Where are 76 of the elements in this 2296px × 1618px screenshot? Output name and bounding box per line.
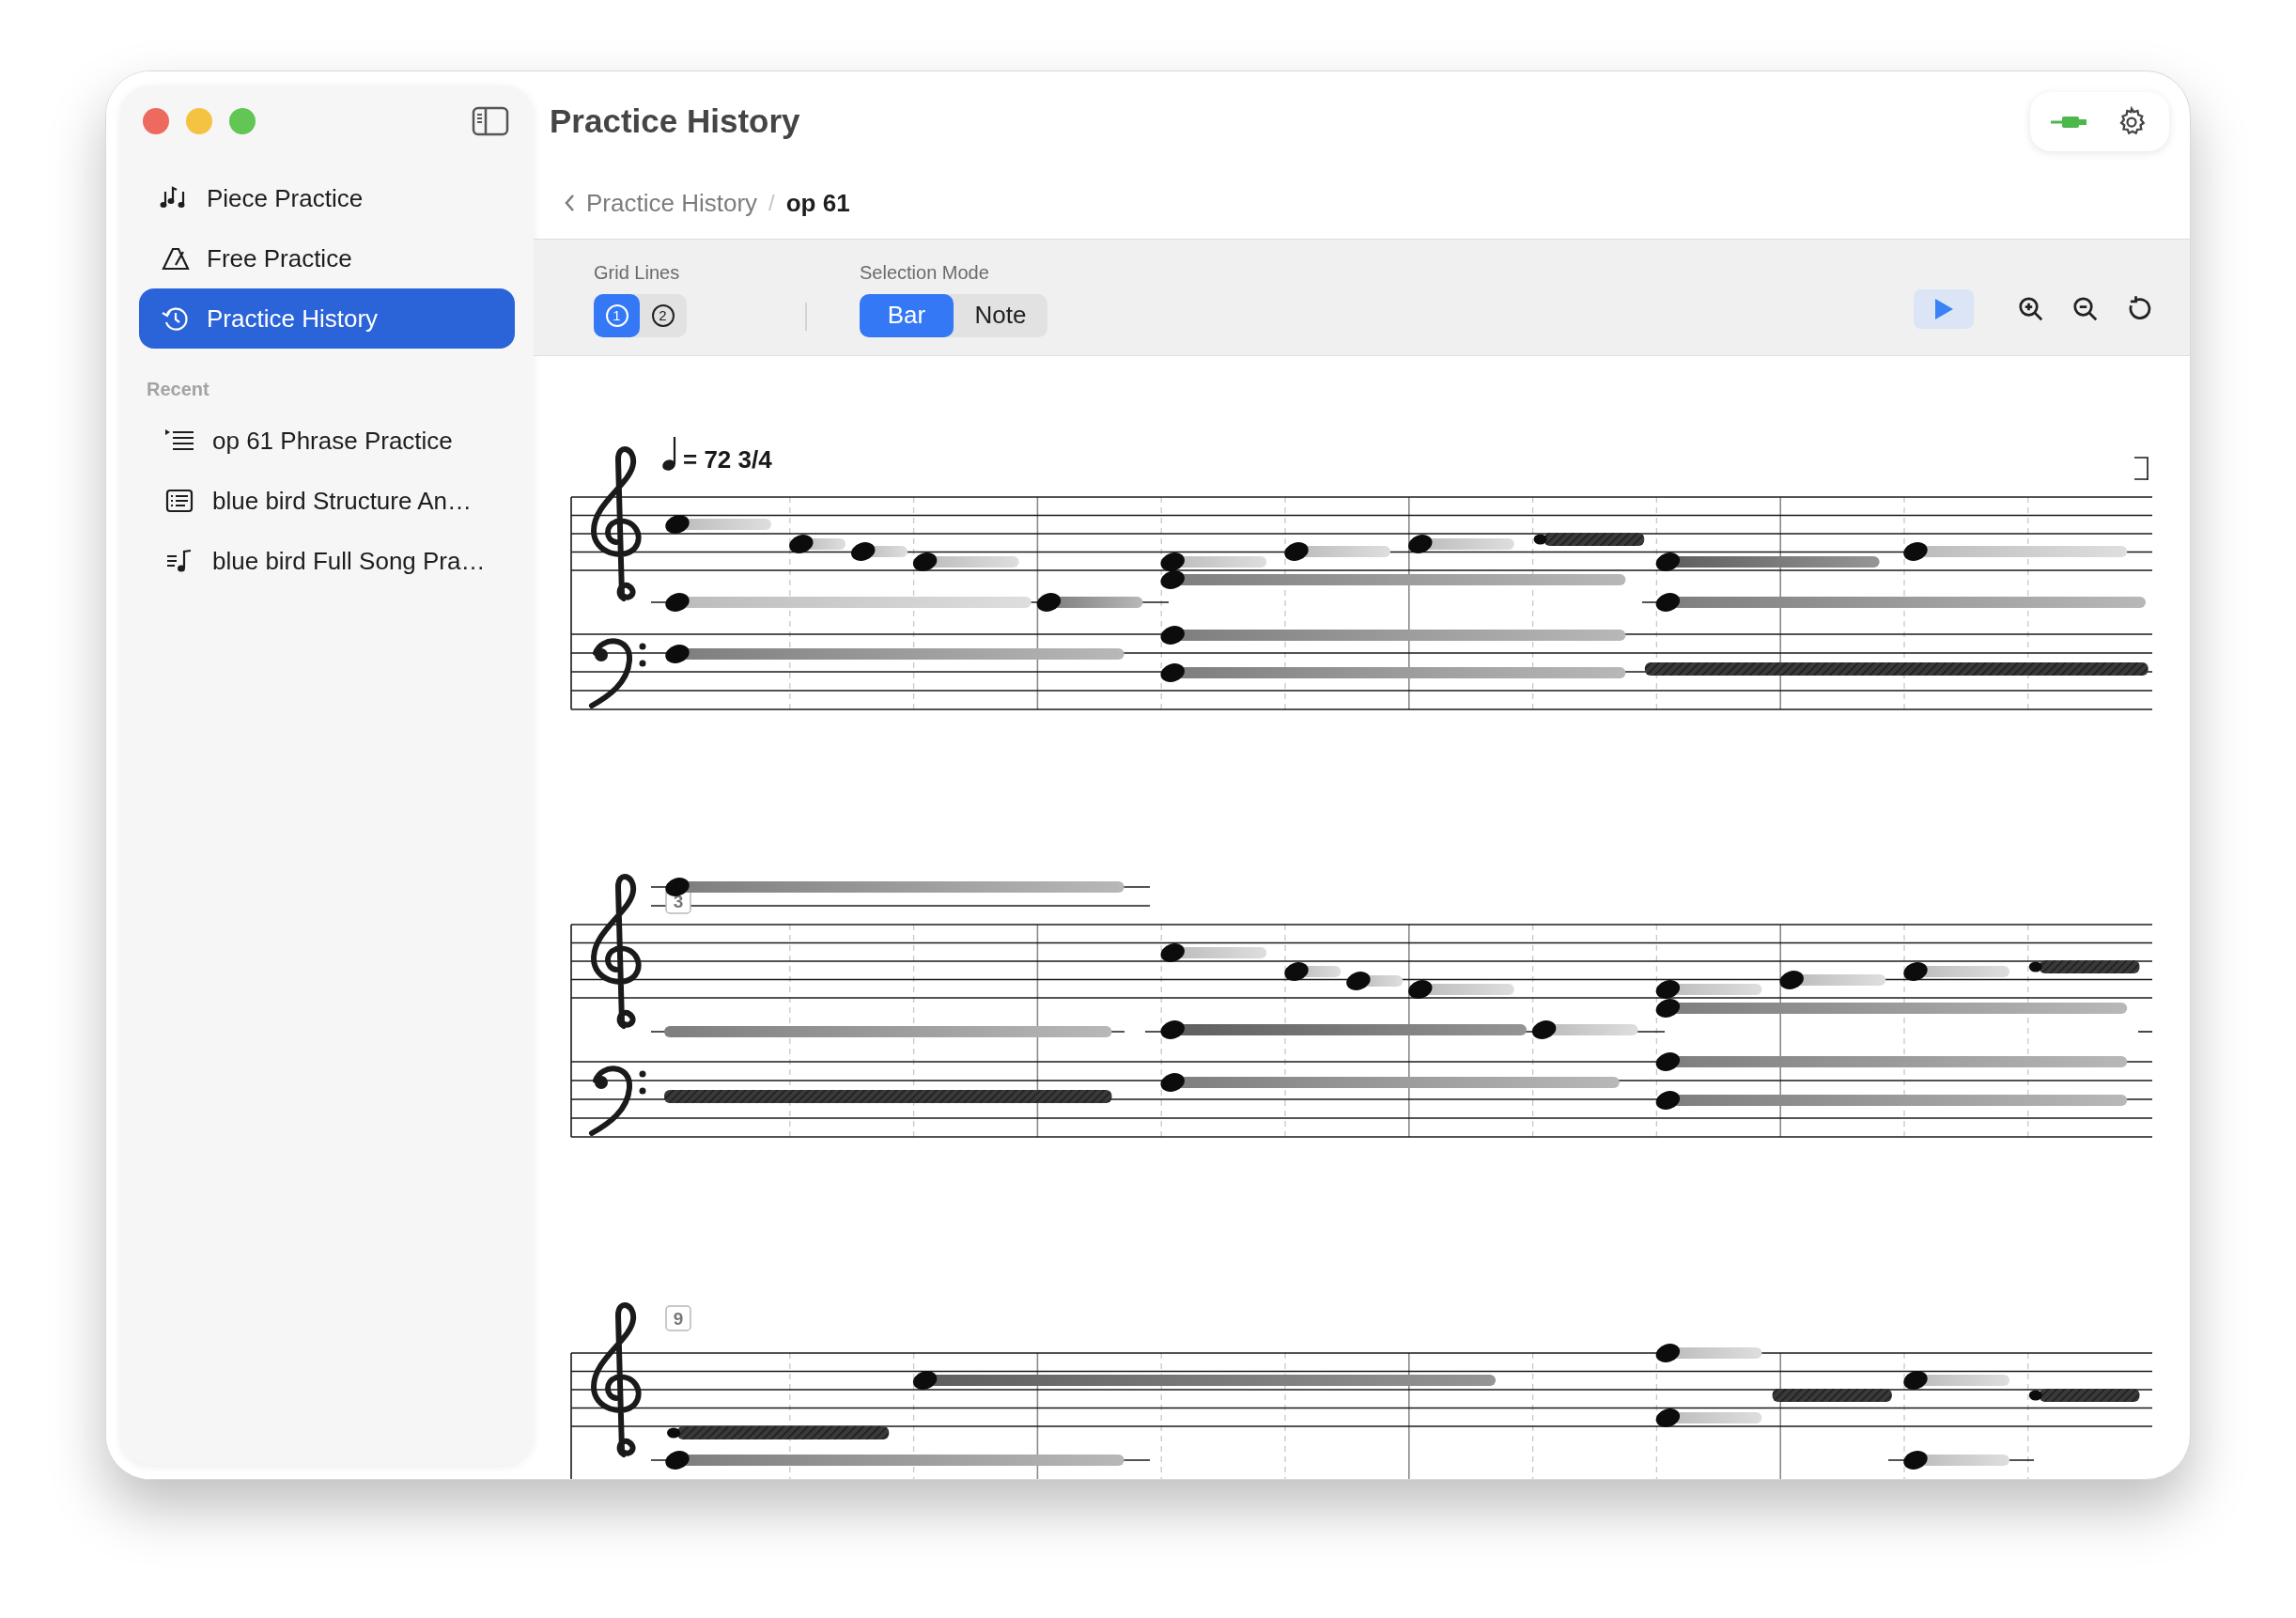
note-head[interactable] <box>1036 593 1062 612</box>
note-head[interactable] <box>1655 1408 1681 1427</box>
note-head[interactable] <box>912 1371 938 1390</box>
tempo-marking: = 72 3/4 <box>683 445 772 474</box>
note-head[interactable] <box>665 878 690 896</box>
note-head[interactable] <box>1655 980 1681 999</box>
note-head[interactable] <box>1903 962 1928 981</box>
bass-clef-icon <box>589 1066 646 1136</box>
breadcrumb-link[interactable]: Practice History <box>564 184 758 222</box>
note-head[interactable] <box>665 593 690 612</box>
play-icon <box>1933 297 1954 320</box>
note-head[interactable] <box>1655 1344 1681 1362</box>
note-head[interactable] <box>1903 1451 1928 1470</box>
note-head[interactable] <box>1655 1091 1681 1110</box>
ledger-line <box>2137 1031 2153 1033</box>
zoom-in-icon[interactable] <box>2017 294 2045 323</box>
breadcrumb-link[interactable]: op 61 <box>785 184 850 222</box>
note-head[interactable] <box>1160 943 1185 962</box>
note-head[interactable] <box>665 1451 690 1470</box>
recent-item[interactable]: op 61 Phrase Practice <box>139 411 515 471</box>
note-head[interactable] <box>2028 961 2042 972</box>
note-head[interactable] <box>1284 962 1309 981</box>
breadcrumb-separator: / <box>768 189 775 217</box>
mode-option[interactable]: Bar <box>860 293 954 337</box>
note-head[interactable] <box>1903 1371 1928 1390</box>
sidebar-item[interactable]: Piece Practice <box>139 168 515 228</box>
measure-number: 9 <box>665 1305 691 1331</box>
plug-icon[interactable] <box>2051 115 2088 129</box>
page-title: Practice History <box>550 101 800 141</box>
note-head[interactable] <box>912 552 938 571</box>
recent-item[interactable]: blue bird Full Song Pra… <box>139 531 515 591</box>
note-head[interactable] <box>1655 552 1681 571</box>
note-head[interactable] <box>1160 1073 1185 1092</box>
quarter-note-icon <box>662 437 676 471</box>
note-head[interactable] <box>667 1427 680 1439</box>
note-head[interactable] <box>851 542 876 561</box>
treble-clef-icon <box>591 446 642 601</box>
note-head[interactable] <box>1779 971 1804 989</box>
note-head[interactable] <box>1408 980 1433 999</box>
note-head[interactable] <box>1655 593 1681 612</box>
note-head[interactable] <box>1284 542 1309 561</box>
note-head[interactable] <box>665 645 690 663</box>
note-head[interactable] <box>665 515 690 534</box>
sidebar-item[interactable]: Free Practice <box>139 228 515 288</box>
grid-option[interactable]: 1 <box>594 293 640 337</box>
field-label: Grid Lines <box>594 260 681 285</box>
grid-option[interactable]: 2 <box>640 293 686 337</box>
section-heading: Recent <box>147 378 210 401</box>
note-head[interactable] <box>1160 552 1185 571</box>
note-head[interactable] <box>1533 534 1547 545</box>
note-head[interactable] <box>1160 1020 1185 1039</box>
note-head[interactable] <box>1408 535 1433 553</box>
play-button[interactable] <box>1914 288 1974 329</box>
bass-clef-icon <box>589 638 646 708</box>
note-head[interactable] <box>1903 542 1928 561</box>
field-label: Selection Mode <box>860 260 990 285</box>
note-head[interactable] <box>1160 663 1185 682</box>
sidebar-item[interactable]: Practice History <box>139 288 515 349</box>
note-head[interactable] <box>1346 972 1371 990</box>
note-head[interactable] <box>2028 1390 2042 1401</box>
note-head[interactable] <box>1655 999 1681 1018</box>
document-icon <box>163 487 195 515</box>
note-head[interactable] <box>1531 1020 1557 1039</box>
close-button[interactable] <box>143 108 169 134</box>
note-head[interactable] <box>1160 626 1185 645</box>
sidebar-toggle-icon[interactable] <box>472 106 509 136</box>
treble-clef-icon <box>591 1302 642 1457</box>
edge-mark <box>2133 457 2149 481</box>
note-head[interactable] <box>789 535 814 553</box>
treble-clef-icon <box>591 874 642 1029</box>
mode-option[interactable]: Note <box>954 293 1047 337</box>
note-head[interactable] <box>1160 570 1185 589</box>
zoom-out-icon[interactable] <box>2071 294 2100 323</box>
back-chevron-icon <box>564 194 575 212</box>
recent-item[interactable]: blue bird Structure An… <box>139 471 515 531</box>
note-head[interactable] <box>1655 1052 1681 1071</box>
